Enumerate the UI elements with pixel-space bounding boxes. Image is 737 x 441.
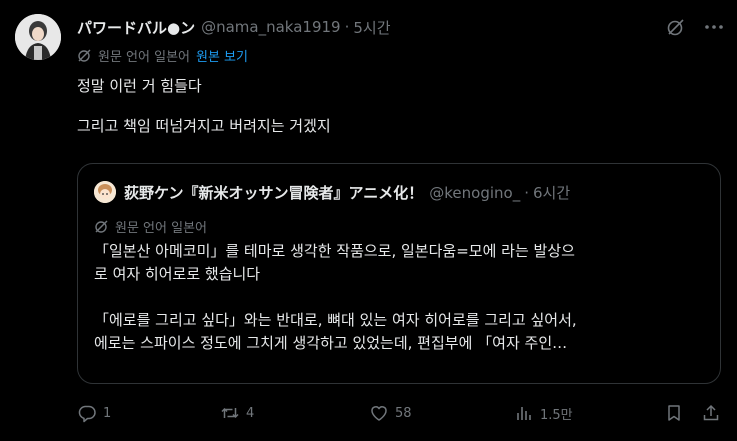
views-chart-icon xyxy=(517,407,531,420)
translate-icon xyxy=(95,220,108,233)
action-bar: 1 4 58 1.5만 xyxy=(77,401,721,425)
retweet-icon xyxy=(221,407,239,419)
quoted-text-line: 로 여자 히어로로 했습니다 xyxy=(94,265,261,283)
reply-icon xyxy=(78,405,96,423)
user-handle[interactable]: @nama_naka1919 xyxy=(201,18,341,36)
quoted-translation-label: 원문 언어 일본어 xyxy=(115,221,207,236)
translation-label: 원문 언어 일본어 xyxy=(98,50,190,65)
like-button[interactable]: 58 xyxy=(369,401,412,425)
views-button[interactable]: 1.5만 xyxy=(514,401,573,425)
translate-icon xyxy=(78,49,91,62)
tweet-header: パワードバル●ン @nama_naka1919 · 5시간 xyxy=(77,16,391,38)
quoted-text-line: 「일본산 아메코미」를 테마로 생각한 작품으로, 일본다움=모에 라는 발상으 xyxy=(94,242,575,260)
heart-icon xyxy=(371,406,387,421)
display-name[interactable]: パワードバル●ン xyxy=(77,17,195,38)
tweet-text: 정말 이런 거 힘들다 그리고 책임 떠넘겨지고 버려지는 거겠지 xyxy=(77,76,717,136)
quoted-display-name[interactable]: 荻野ケン『新米オッサン冒険者』アニメ化！ xyxy=(124,182,423,203)
separator-dot: · xyxy=(524,183,529,202)
quoted-timestamp[interactable]: 6시간 xyxy=(533,182,570,203)
show-original-link[interactable]: 원본 보기 xyxy=(196,46,248,65)
translation-notice: 원문 언어 일본어 원본 보기 xyxy=(77,46,248,65)
retweet-button[interactable]: 4 xyxy=(220,401,254,425)
bookmark-button[interactable] xyxy=(664,401,684,425)
timestamp[interactable]: 5시간 xyxy=(353,17,390,38)
tweet[interactable]: パワードバル●ン @nama_naka1919 · 5시간 원문 언어 일본어 … xyxy=(0,0,737,441)
quoted-text: 「일본산 아메코미」를 테마로 생각한 작품으로, 일본다움=모에 라는 발상으… xyxy=(94,240,706,355)
share-icon xyxy=(703,404,719,421)
retweet-count: 4 xyxy=(246,405,255,421)
more-options-icon[interactable] xyxy=(703,17,725,37)
grok-icon[interactable] xyxy=(666,17,686,37)
like-count: 58 xyxy=(395,405,412,421)
quoted-tweet[interactable]: 荻野ケン『新米オッサン冒険者』アニメ化！ @kenogino_ · 6시간 원문… xyxy=(77,163,721,384)
bookmark-icon xyxy=(668,405,680,421)
tweet-text-line: 그리고 책임 떠넘겨지고 버려지는 거겠지 xyxy=(77,117,331,135)
reply-count: 1 xyxy=(103,405,112,421)
separator-dot: · xyxy=(344,18,350,36)
share-button[interactable] xyxy=(701,401,721,425)
quoted-handle[interactable]: @kenogino_ xyxy=(429,184,520,202)
reply-button[interactable]: 1 xyxy=(77,401,111,425)
quoted-text-line: 에로는 스파이스 정도에 그치게 생각하고 있었는데, 편집부에 「여자 주인… xyxy=(94,334,568,352)
views-count: 1.5만 xyxy=(540,407,573,423)
tweet-text-line: 정말 이런 거 힘들다 xyxy=(77,77,202,95)
quoted-translation-notice: 원문 언어 일본어 xyxy=(94,217,207,236)
quoted-header: 荻野ケン『新米オッサン冒険者』アニメ化！ @kenogino_ · 6시간 xyxy=(124,182,570,203)
avatar[interactable] xyxy=(15,14,61,60)
quoted-avatar[interactable] xyxy=(94,181,116,203)
quoted-text-line: 「에로를 그리고 싶다」와는 반대로, 뼈대 있는 여자 히어로를 그리고 싶어… xyxy=(94,311,577,329)
